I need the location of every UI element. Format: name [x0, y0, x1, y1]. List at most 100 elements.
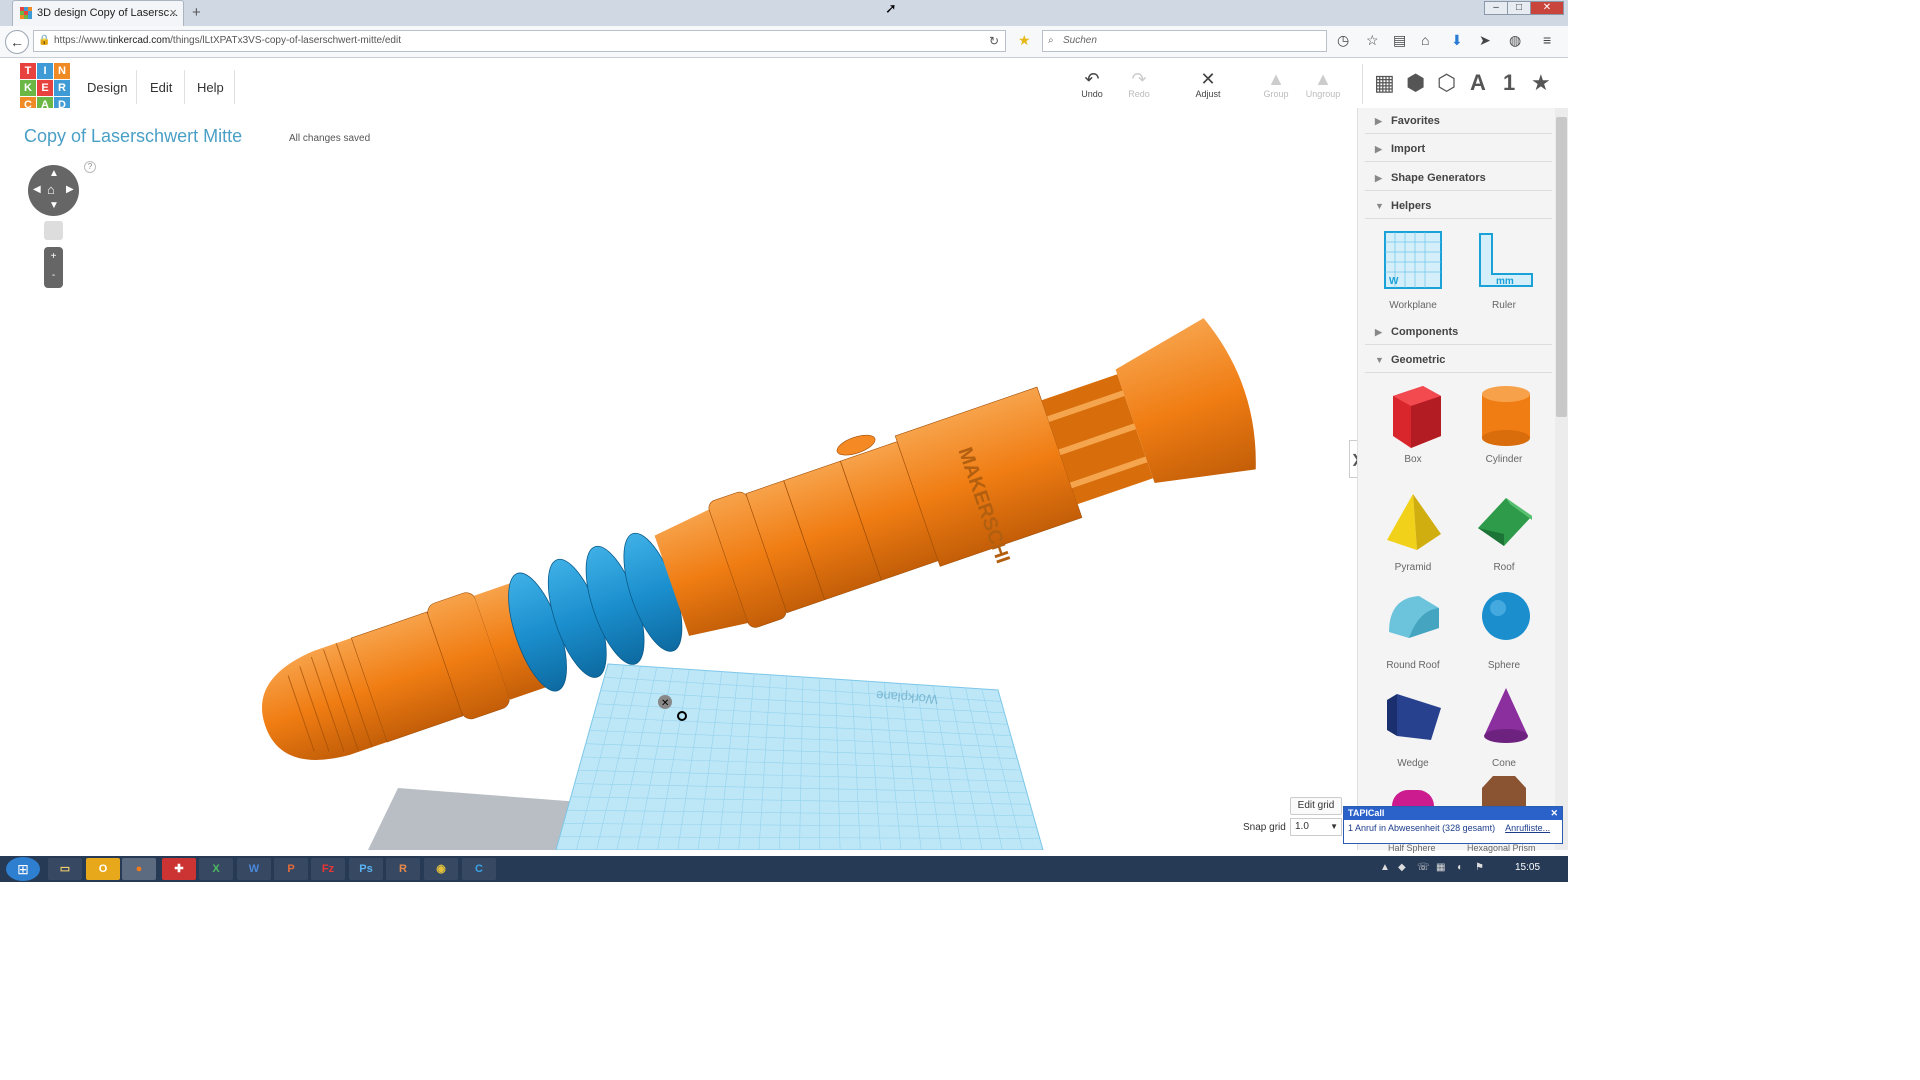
workplane-grid[interactable]: Workplane ✕: [555, 663, 1044, 850]
shape-pyramid[interactable]: Pyramid: [1368, 490, 1458, 573]
bookmarks-star-icon[interactable]: ☆: [1366, 32, 1379, 49]
shape-round-roof[interactable]: Round Roof: [1368, 588, 1458, 671]
zoom-out-button[interactable]: -: [44, 266, 63, 285]
helper-ruler[interactable]: mm Ruler: [1459, 228, 1549, 311]
section-shape-generators[interactable]: ▶ Shape Generators: [1365, 165, 1552, 191]
outlook-taskbar-icon[interactable]: O: [86, 858, 120, 880]
redo-button[interactable]: ↷ Redo: [1114, 69, 1164, 99]
app-r-taskbar-icon[interactable]: R: [386, 858, 420, 880]
edit-grid-button[interactable]: Edit grid: [1290, 797, 1342, 815]
sidebar-scrollbar-thumb[interactable]: [1556, 117, 1567, 417]
home-icon[interactable]: ⌂: [1421, 32, 1429, 48]
tray-display-icon[interactable]: ▦: [1436, 862, 1445, 873]
number-tool-icon[interactable]: 1: [1503, 70, 1515, 96]
logo-letter: T: [20, 63, 36, 79]
new-tab-button[interactable]: +: [192, 4, 201, 21]
section-helpers[interactable]: ▼ Helpers: [1365, 193, 1552, 219]
help-icon[interactable]: ?: [84, 161, 96, 173]
nav-home-icon[interactable]: ⌂: [47, 182, 55, 197]
snap-grid-value: 1.0: [1295, 821, 1309, 832]
notification-close-icon[interactable]: ✕: [1550, 807, 1558, 820]
back-button[interactable]: ←: [5, 30, 29, 54]
reload-icon[interactable]: ↻: [989, 31, 999, 51]
grid-view-icon[interactable]: ▦: [1374, 70, 1395, 96]
svg-text:W: W: [1389, 276, 1399, 287]
window-maximize-button[interactable]: □: [1507, 1, 1531, 15]
notification-link[interactable]: Anrufliste...: [1505, 823, 1550, 833]
section-geometric[interactable]: ▼ Geometric: [1365, 347, 1552, 373]
shape-box[interactable]: Box: [1368, 382, 1458, 465]
firefox-taskbar-icon[interactable]: ●: [122, 858, 156, 880]
tray-flag-icon[interactable]: ⚑: [1475, 862, 1484, 873]
shape-label: Cone: [1492, 758, 1516, 769]
hamburger-menu-icon[interactable]: ≡: [1543, 32, 1551, 48]
design-canvas[interactable]: Workplane ✕ MAKERSCHI: [8, 108, 1356, 850]
wireframe-cube-icon[interactable]: ⬡: [1437, 70, 1456, 96]
section-components[interactable]: ▶ Components: [1365, 319, 1552, 345]
shape-sphere[interactable]: Sphere: [1459, 588, 1549, 671]
search-icon: ⌕: [1048, 35, 1054, 46]
star-icon[interactable]: ★: [1531, 70, 1551, 96]
excel-taskbar-icon[interactable]: X: [199, 858, 233, 880]
explorer-taskbar-icon[interactable]: ▭: [48, 858, 82, 880]
ungroup-button[interactable]: ▲ Ungroup: [1298, 69, 1348, 99]
zoom-in-button[interactable]: +: [44, 247, 63, 266]
tray-phone-icon[interactable]: ☏: [1417, 862, 1430, 873]
taskbar-clock: 15:05: [1515, 862, 1541, 873]
menu-edit[interactable]: Edit: [150, 80, 172, 95]
window-close-button[interactable]: ✕: [1530, 1, 1564, 15]
text-tool-icon[interactable]: A: [1470, 70, 1486, 96]
nav-right-arrow-icon[interactable]: ▶: [66, 184, 74, 195]
nav-up-arrow-icon[interactable]: ▲: [49, 168, 59, 179]
view-navigation-control[interactable]: ▲ ◀ ⌂ ▶ ▼: [28, 165, 79, 216]
section-import[interactable]: ▶ Import: [1365, 136, 1552, 162]
helper-workplane[interactable]: W Workplane: [1368, 228, 1458, 311]
download-icon[interactable]: ⬇: [1451, 32, 1463, 49]
history-icon[interactable]: ◷: [1337, 32, 1349, 49]
app-c-taskbar-icon[interactable]: C: [462, 858, 496, 880]
group-label: Group: [1263, 89, 1289, 99]
chat-icon[interactable]: ◍: [1509, 32, 1521, 49]
fit-view-button[interactable]: [44, 221, 63, 240]
section-favorites[interactable]: ▶ Favorites: [1365, 108, 1552, 134]
design-title[interactable]: Copy of Laserschwert Mitte: [24, 126, 242, 147]
section-label: Components: [1391, 326, 1459, 338]
adjust-button[interactable]: ✕ Adjust: [1183, 69, 1233, 99]
app-taskbar-icon[interactable]: ✚: [162, 858, 196, 880]
nav-down-arrow-icon[interactable]: ▼: [49, 200, 59, 211]
browser-tab[interactable]: 3D design Copy of Lasersc... ×: [12, 0, 184, 26]
window-minimize-button[interactable]: –: [1484, 1, 1508, 15]
word-taskbar-icon[interactable]: W: [237, 858, 271, 880]
bookmark-star-icon[interactable]: ★: [1018, 32, 1031, 49]
shape-cylinder[interactable]: Cylinder: [1459, 382, 1549, 465]
menu-help[interactable]: Help: [197, 80, 224, 95]
tapicall-notification[interactable]: TAPICall ✕ 1 Anruf in Abwesenheit (328 ge…: [1343, 806, 1563, 844]
solid-cube-icon[interactable]: ⬢: [1406, 70, 1425, 96]
tray-expand-icon[interactable]: ▲: [1380, 862, 1390, 873]
powerpoint-taskbar-icon[interactable]: P: [274, 858, 308, 880]
tray-volume-icon[interactable]: ◖: [1456, 862, 1462, 873]
tab-close-icon[interactable]: ×: [169, 5, 177, 20]
snap-grid-select[interactable]: 1.0 ▼: [1290, 818, 1342, 836]
shape-wedge[interactable]: Wedge: [1368, 686, 1458, 769]
menu-design[interactable]: Design: [87, 80, 127, 95]
undo-button[interactable]: ↶ Undo: [1067, 69, 1117, 99]
group-icon: ▲: [1267, 69, 1285, 89]
section-label: Geometric: [1391, 354, 1446, 366]
start-button[interactable]: ⊞: [6, 857, 40, 881]
reader-list-icon[interactable]: ▤: [1393, 32, 1406, 49]
chrome-taskbar-icon[interactable]: ◉: [424, 858, 458, 880]
photoshop-taskbar-icon[interactable]: Ps: [349, 858, 383, 880]
send-icon[interactable]: ➤: [1479, 32, 1491, 49]
tray-network-icon[interactable]: ◆: [1398, 862, 1406, 873]
shape-cone[interactable]: Cone: [1459, 686, 1549, 769]
filezilla-taskbar-icon[interactable]: Fz: [311, 858, 345, 880]
search-field[interactable]: ⌕ Suchen: [1042, 30, 1327, 52]
zoom-control[interactable]: + -: [44, 247, 63, 288]
shape-roof[interactable]: Roof: [1459, 490, 1549, 573]
nav-left-arrow-icon[interactable]: ◀: [33, 184, 41, 195]
group-button[interactable]: ▲ Group: [1251, 69, 1301, 99]
half-sphere-shape-icon[interactable]: [1392, 790, 1434, 806]
tinkercad-logo[interactable]: TIN KER CAD: [20, 63, 70, 113]
address-bar[interactable]: 🔒 https://www.tinkercad.com/things/lLtXP…: [33, 30, 1006, 52]
